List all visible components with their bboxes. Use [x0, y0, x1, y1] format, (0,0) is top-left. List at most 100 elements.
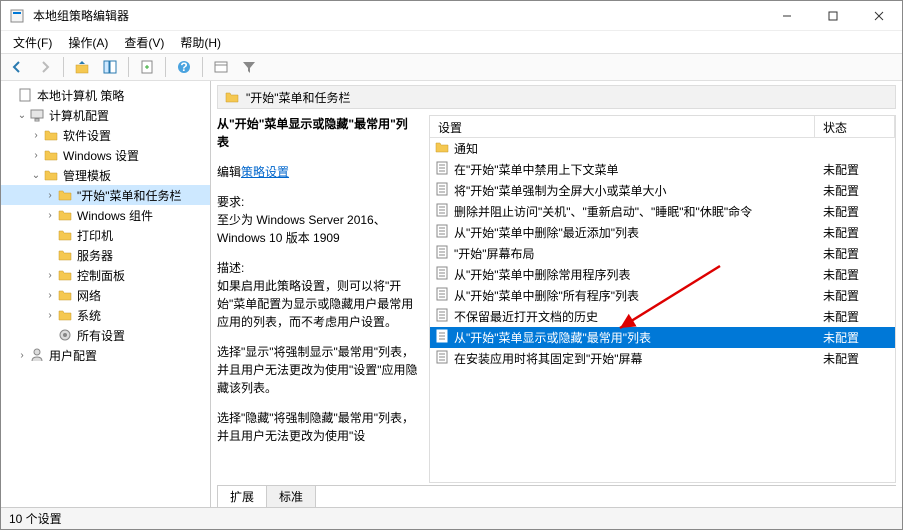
- cell-state: 未配置: [815, 224, 895, 241]
- document-icon: [17, 87, 33, 103]
- expand-icon[interactable]: ›: [43, 310, 57, 321]
- tree-start-taskbar[interactable]: › "开始"菜单和任务栏: [1, 185, 210, 205]
- filter-button[interactable]: [237, 55, 261, 79]
- policy-list: 设置 状态 通知在"开始"菜单中禁用上下文菜单未配置将"开始"菜单强制为全屏大小…: [429, 115, 896, 483]
- folder-icon: [224, 89, 240, 105]
- minimize-button[interactable]: [764, 1, 810, 31]
- expand-icon[interactable]: ›: [29, 150, 43, 161]
- expand-icon[interactable]: ›: [29, 130, 43, 141]
- show-hide-tree-button[interactable]: [98, 55, 122, 79]
- forward-button[interactable]: [33, 55, 57, 79]
- list-row[interactable]: 从"开始"菜单中删除"最近添加"列表 未配置: [430, 222, 895, 243]
- tree-computer-config[interactable]: ⌄ 计算机配置: [1, 105, 210, 125]
- tree-label: 管理模板: [63, 167, 111, 184]
- expand-icon[interactable]: ›: [43, 270, 57, 281]
- options-button[interactable]: [209, 55, 233, 79]
- menubar: 文件(F) 操作(A) 查看(V) 帮助(H): [1, 31, 902, 53]
- tree-network[interactable]: › 网络: [1, 285, 210, 305]
- list-row[interactable]: 通知: [430, 138, 895, 159]
- expand-icon[interactable]: ›: [15, 350, 29, 361]
- tree-user-config[interactable]: › 用户配置: [1, 345, 210, 365]
- desc-p3: 选择"隐藏"将强制隐藏"最常用"列表，并且用户无法更改为使用"设: [217, 409, 419, 445]
- tree-software[interactable]: › 软件设置: [1, 125, 210, 145]
- menu-file[interactable]: 文件(F): [5, 32, 60, 53]
- expand-icon[interactable]: ›: [43, 210, 57, 221]
- policy-icon: [434, 244, 450, 263]
- edit-policy-link[interactable]: 策略设置: [241, 165, 289, 179]
- expand-icon[interactable]: ›: [43, 290, 57, 301]
- folder-icon: [57, 227, 73, 243]
- maximize-button[interactable]: [810, 1, 856, 31]
- cell-setting: 从"开始"菜单中删除"所有程序"列表: [430, 286, 815, 305]
- cell-setting: 不保留最近打开文档的历史: [430, 307, 815, 326]
- row-name: 通知: [454, 140, 478, 157]
- window-title: 本地组策略编辑器: [33, 7, 764, 24]
- tree-control-panel[interactable]: › 控制面板: [1, 265, 210, 285]
- policy-icon: [434, 286, 450, 305]
- menu-help[interactable]: 帮助(H): [172, 32, 229, 53]
- cell-state: 未配置: [815, 203, 895, 220]
- tab-standard[interactable]: 标准: [266, 485, 316, 507]
- list-row[interactable]: "开始"屏幕布局 未配置: [430, 243, 895, 264]
- policy-icon: [434, 202, 450, 221]
- tree-all-settings[interactable]: › 所有设置: [1, 325, 210, 345]
- folder-icon: [43, 167, 59, 183]
- list-row[interactable]: 将"开始"菜单强制为全屏大小或菜单大小未配置: [430, 180, 895, 201]
- row-name: 在"开始"菜单中禁用上下文菜单: [454, 161, 619, 178]
- cell-state: 未配置: [815, 329, 895, 346]
- folder-icon: [57, 307, 73, 323]
- list-row[interactable]: 删除并阻止访问"关机"、"重新启动"、"睡眠"和"休眠"命令未配置: [430, 201, 895, 222]
- up-button[interactable]: [70, 55, 94, 79]
- cell-state: 未配置: [815, 245, 895, 262]
- column-state[interactable]: 状态: [815, 116, 895, 137]
- titlebar: 本地组策略编辑器: [1, 1, 902, 31]
- tree-label: 计算机配置: [49, 107, 109, 124]
- list-row[interactable]: 从"开始"菜单中删除"所有程序"列表未配置: [430, 285, 895, 306]
- content-row: 从"开始"菜单显示或隐藏"最常用"列表 编辑策略设置 要求:至少为 Window…: [217, 115, 896, 483]
- tree-windows-settings[interactable]: › Windows 设置: [1, 145, 210, 165]
- tree-label: 本地计算机 策略: [37, 87, 124, 104]
- policy-icon: [434, 181, 450, 200]
- list-row[interactable]: 从"开始"菜单显示或隐藏"最常用"列表未配置: [430, 327, 895, 348]
- list-row[interactable]: 在"开始"菜单中禁用上下文菜单 未配置: [430, 159, 895, 180]
- tree-server[interactable]: › 服务器: [1, 245, 210, 265]
- export-button[interactable]: [135, 55, 159, 79]
- list-body[interactable]: 通知在"开始"菜单中禁用上下文菜单未配置将"开始"菜单强制为全屏大小或菜单大小未…: [430, 138, 895, 482]
- folder-icon: [434, 139, 450, 158]
- help-button[interactable]: ?: [172, 55, 196, 79]
- description-panel: 从"开始"菜单显示或隐藏"最常用"列表 编辑策略设置 要求:至少为 Window…: [217, 115, 423, 483]
- tab-extended[interactable]: 扩展: [217, 485, 267, 507]
- collapse-icon[interactable]: ⌄: [29, 170, 43, 181]
- req-label: 要求:: [217, 195, 244, 209]
- collapse-icon[interactable]: ⌄: [15, 110, 29, 121]
- row-name: 从"开始"菜单中删除"所有程序"列表: [454, 287, 639, 304]
- row-name: 从"开始"菜单中删除"最近添加"列表: [454, 224, 639, 241]
- column-setting[interactable]: 设置: [430, 116, 815, 137]
- row-name: "开始"屏幕布局: [454, 245, 535, 262]
- main-area: ▸ 本地计算机 策略 ⌄ 计算机配置 › 软件设置 › Windows 设置 ⌄…: [1, 81, 902, 507]
- menu-view[interactable]: 查看(V): [116, 32, 172, 53]
- tree-pane[interactable]: ▸ 本地计算机 策略 ⌄ 计算机配置 › 软件设置 › Windows 设置 ⌄…: [1, 81, 211, 507]
- expand-icon[interactable]: ›: [43, 190, 57, 201]
- tree-label: 系统: [77, 307, 101, 324]
- folder-icon: [57, 207, 73, 223]
- menu-action[interactable]: 操作(A): [60, 32, 116, 53]
- list-row[interactable]: 不保留最近打开文档的历史未配置: [430, 306, 895, 327]
- back-button[interactable]: [5, 55, 29, 79]
- close-button[interactable]: [856, 1, 902, 31]
- cell-state: 未配置: [815, 350, 895, 367]
- policy-icon: [434, 307, 450, 326]
- tree-admin-templates[interactable]: ⌄ 管理模板: [1, 165, 210, 185]
- cell-setting: 从"开始"菜单中删除常用程序列表: [430, 265, 815, 284]
- tree-system[interactable]: › 系统: [1, 305, 210, 325]
- tree-root[interactable]: ▸ 本地计算机 策略: [1, 85, 210, 105]
- cell-setting: 通知: [430, 139, 815, 158]
- cell-state: 未配置: [815, 161, 895, 178]
- list-row[interactable]: 从"开始"菜单中删除常用程序列表未配置: [430, 264, 895, 285]
- list-row[interactable]: 在安装应用时将其固定到"开始"屏幕未配置: [430, 348, 895, 369]
- policy-icon: [434, 349, 450, 368]
- tree-printers[interactable]: › 打印机: [1, 225, 210, 245]
- toolbar-separator: [63, 57, 64, 77]
- cell-setting: 从"开始"菜单中删除"最近添加"列表: [430, 223, 815, 242]
- tree-windows-components[interactable]: › Windows 组件: [1, 205, 210, 225]
